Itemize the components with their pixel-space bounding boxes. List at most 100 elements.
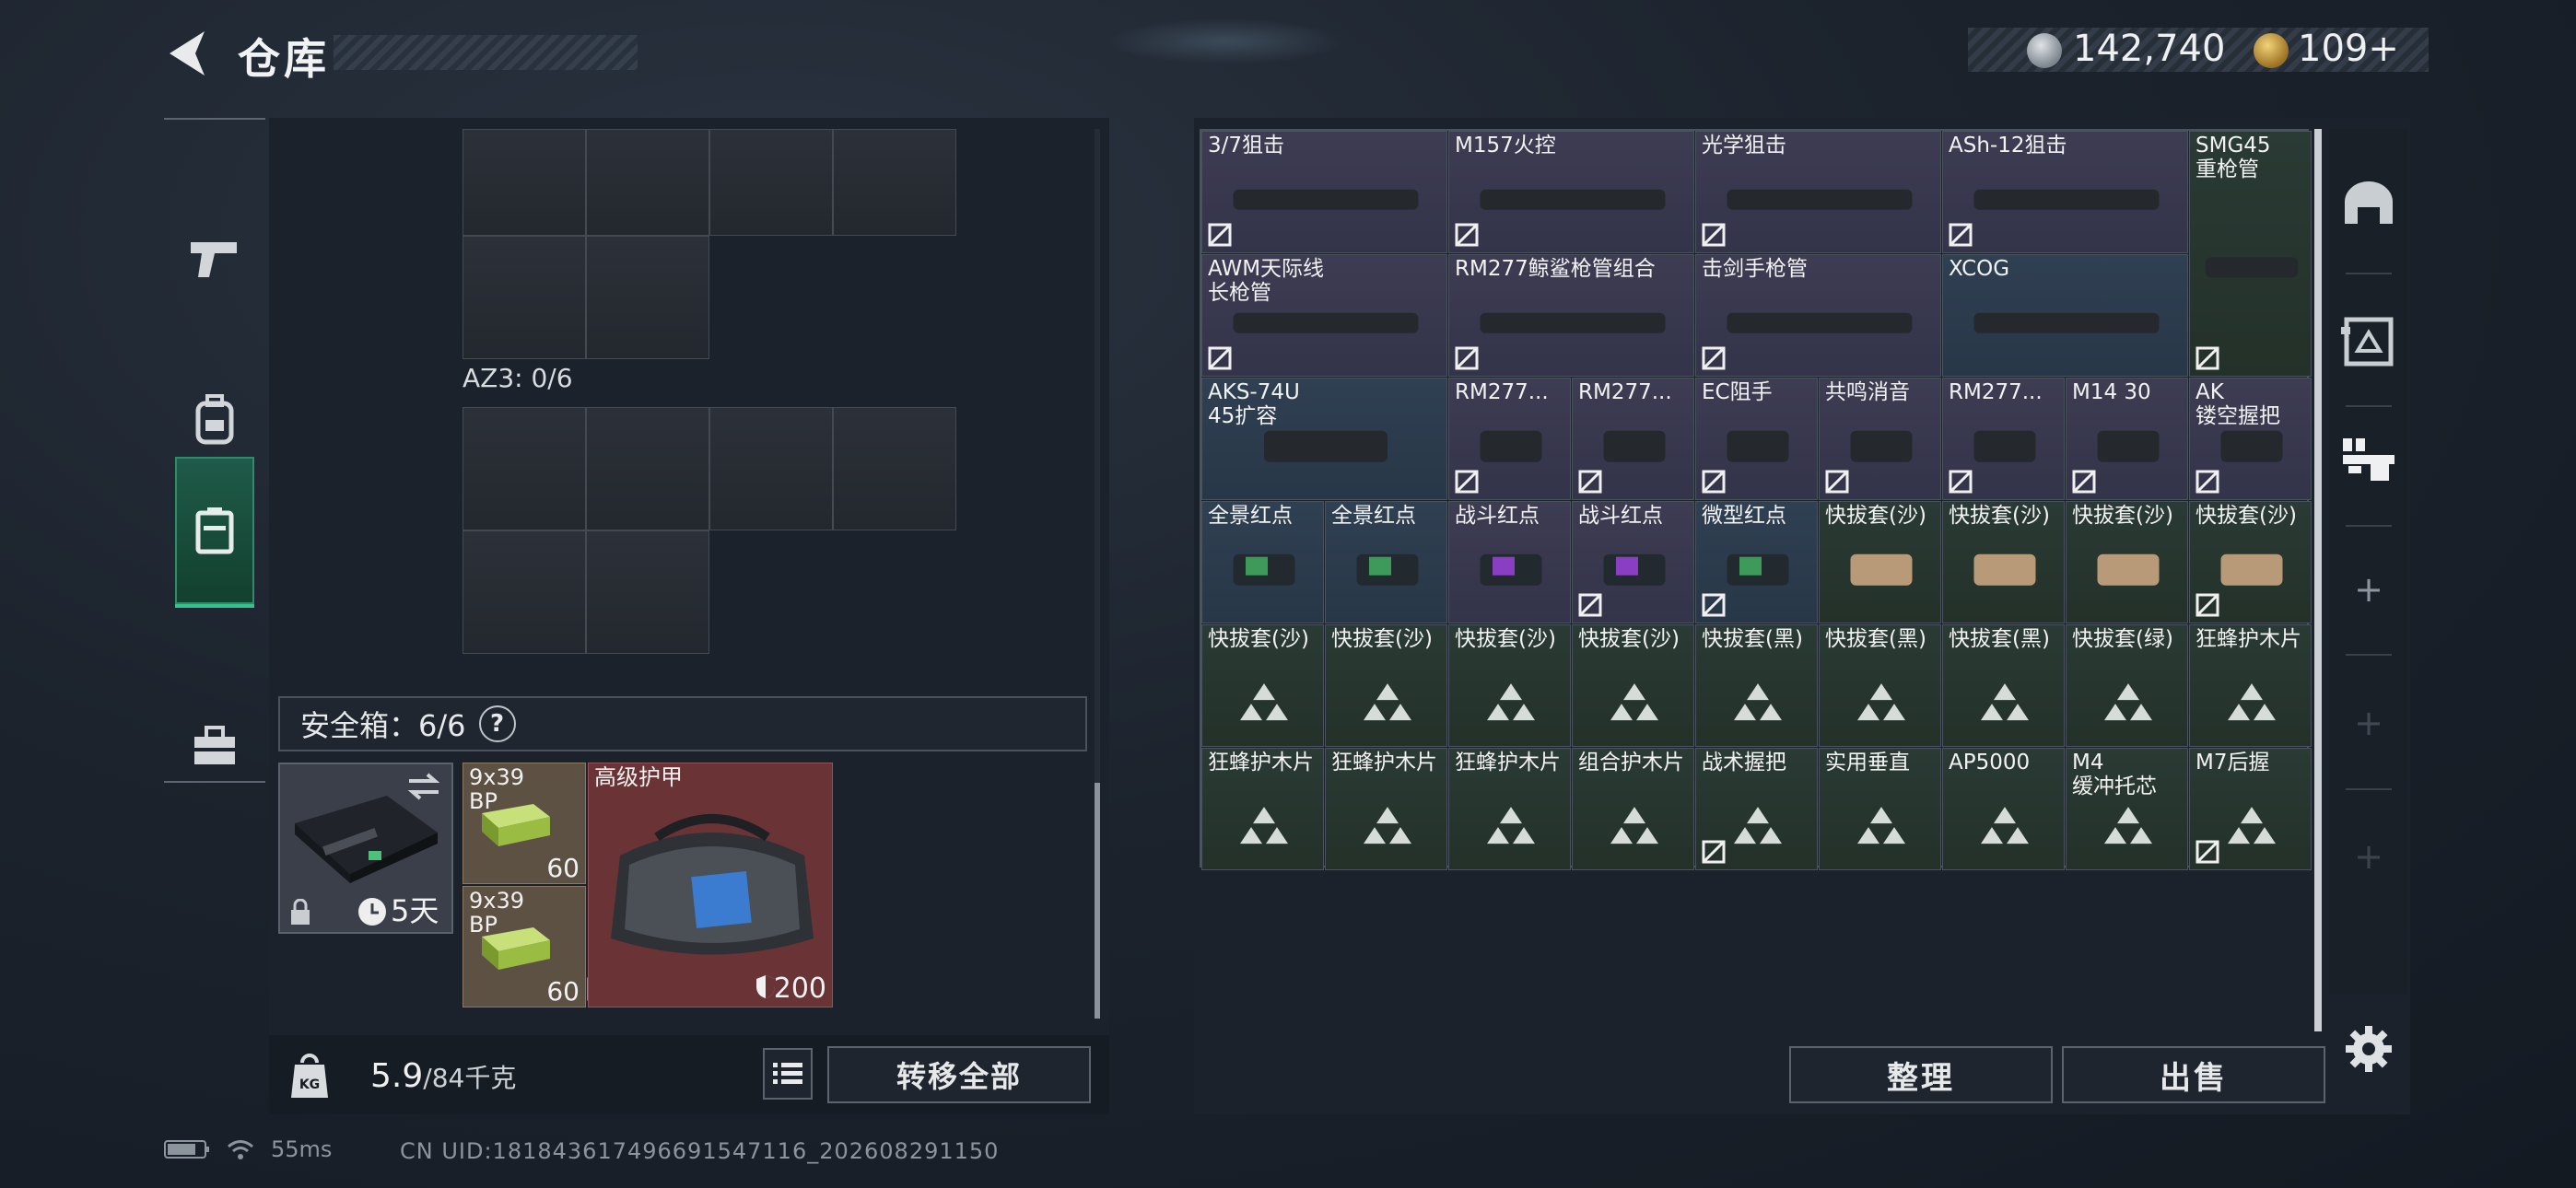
- grid-slot[interactable]: [586, 129, 709, 236]
- nav-attachments-icon[interactable]: [2329, 396, 2408, 525]
- toolbox-icon: [194, 726, 235, 764]
- warehouse-item[interactable]: 快拔套(沙): [1819, 501, 1941, 623]
- warehouse-item[interactable]: RM277...: [1448, 378, 1571, 500]
- warehouse-item[interactable]: 全景红点: [1201, 501, 1324, 623]
- ammo-item-9x39-bp[interactable]: 9x39 BP 60: [463, 763, 586, 884]
- warehouse-item[interactable]: 快拔套(沙): [1201, 624, 1324, 747]
- warehouse-item[interactable]: 光学狙击: [1695, 131, 1941, 253]
- item-label: 战斗红点: [1455, 504, 1540, 528]
- armor-item-advanced[interactable]: 高级护甲 200: [588, 763, 833, 1007]
- safebox-case-slot[interactable]: 5天: [278, 763, 453, 934]
- locked-item-icon: [1455, 346, 1479, 370]
- vest-icon: [2341, 317, 2394, 367]
- plus-icon: +: [2354, 569, 2383, 610]
- grid-slot[interactable]: [709, 129, 833, 236]
- helmet-icon: [2345, 181, 2393, 224]
- settings-gear-icon[interactable]: [2344, 1024, 2394, 1074]
- armor-bag-image: [611, 814, 814, 955]
- locked-item-icon: [2195, 593, 2219, 617]
- nav-pistol-icon[interactable]: [175, 186, 254, 333]
- locked-item-icon: [1455, 470, 1479, 494]
- wifi-icon: [228, 1140, 253, 1159]
- grid-slot[interactable]: [586, 530, 709, 654]
- warehouse-item[interactable]: 3/7狙击: [1201, 131, 1447, 253]
- grid-slot[interactable]: [463, 129, 586, 236]
- warehouse-item[interactable]: AWM天际线 长枪管: [1201, 254, 1447, 377]
- warehouse-item[interactable]: 共鸣消音: [1819, 378, 1941, 500]
- back-arrow-icon[interactable]: [164, 28, 210, 79]
- grid-slot[interactable]: [586, 407, 709, 530]
- grid-slot[interactable]: [463, 407, 586, 530]
- warehouse-item[interactable]: 快拔套(沙): [2066, 501, 2188, 623]
- nav-add-slot[interactable]: +: [2329, 792, 2408, 921]
- item-label: RM277...: [1949, 380, 2043, 404]
- nav-helmet-icon[interactable]: [2329, 138, 2408, 267]
- nav-toolbox-icon[interactable]: [175, 672, 254, 820]
- warehouse-item[interactable]: M157火控: [1448, 131, 1694, 253]
- warehouse-item[interactable]: M14 30: [2066, 378, 2188, 500]
- warehouse-item[interactable]: 狂蜂护木片: [1201, 748, 1324, 870]
- weight-readout: 5.9/84千克: [370, 1057, 517, 1095]
- item-label: 快拔套(沙): [1825, 504, 1926, 528]
- item-label: RM277...: [1455, 380, 1549, 404]
- warehouse-item[interactable]: AKS-74U 45扩容: [1201, 378, 1447, 500]
- grid-slot[interactable]: [709, 407, 833, 530]
- warehouse-item[interactable]: 快拔套(沙): [2189, 501, 2312, 623]
- warehouse-item[interactable]: 快拔套(绿): [2066, 624, 2188, 747]
- list-icon: [773, 1063, 802, 1084]
- warehouse-scrollbar[interactable]: [2314, 129, 2322, 1031]
- warehouse-item[interactable]: 狂蜂护木片: [2189, 624, 2312, 747]
- sell-button[interactable]: 出售: [2062, 1046, 2325, 1103]
- warehouse-item[interactable]: 快拔套(沙): [1448, 624, 1571, 747]
- grid-slot[interactable]: [833, 129, 956, 236]
- warehouse-item[interactable]: RM277...: [1572, 378, 1694, 500]
- warehouse-item[interactable]: 狂蜂护木片: [1325, 748, 1447, 870]
- swap-icon[interactable]: [405, 772, 442, 801]
- warehouse-item[interactable]: 实用垂直: [1819, 748, 1941, 870]
- warehouse-item[interactable]: 快拔套(黑): [1942, 624, 2065, 747]
- warehouse-item[interactable]: SMG45 重枪管: [2189, 131, 2312, 377]
- warehouse-item[interactable]: EC阻手: [1695, 378, 1818, 500]
- warehouse-item[interactable]: AK 镂空握把: [2189, 378, 2312, 500]
- warehouse-item[interactable]: 全景红点: [1325, 501, 1447, 623]
- warehouse-item[interactable]: 战术握把: [1695, 748, 1818, 870]
- warehouse-item[interactable]: 战斗红点: [1448, 501, 1571, 623]
- warehouse-item[interactable]: AP5000: [1942, 748, 2065, 870]
- warehouse-item[interactable]: 战斗红点: [1572, 501, 1694, 623]
- warehouse-item[interactable]: RM277鲸鲨枪管组合: [1448, 254, 1694, 377]
- nav-divider: [2346, 273, 2392, 274]
- grid-slot[interactable]: [586, 236, 709, 359]
- pistol-icon: [191, 242, 237, 277]
- warehouse-item[interactable]: 击剑手枪管: [1695, 254, 1941, 377]
- warehouse-item[interactable]: 快拔套(黑): [1819, 624, 1941, 747]
- inventory-scrollbar[interactable]: [1095, 783, 1100, 1019]
- warehouse-item[interactable]: M7后握: [2189, 748, 2312, 870]
- warehouse-item[interactable]: M4 缓冲托芯: [2066, 748, 2188, 870]
- grid-slot[interactable]: [463, 236, 586, 359]
- item-label: AK 镂空握把: [2195, 380, 2280, 428]
- warehouse-item[interactable]: 快拔套(黑): [1695, 624, 1818, 747]
- sort-button[interactable]: 整理: [1789, 1046, 2053, 1103]
- nav-add-slot[interactable]: +: [2329, 525, 2408, 654]
- nav-add-slot[interactable]: +: [2329, 658, 2408, 787]
- user-uid: CN UID:181843617496691547116_20260829115…: [400, 1138, 1000, 1164]
- grid-slot[interactable]: [833, 407, 956, 530]
- transfer-all-button[interactable]: 转移全部: [827, 1046, 1091, 1103]
- warehouse-item[interactable]: 快拔套(沙): [1572, 624, 1694, 747]
- list-view-button[interactable]: [763, 1048, 813, 1100]
- warehouse-item[interactable]: RM277...: [1942, 378, 2065, 500]
- nav-case-icon[interactable]: [175, 457, 254, 608]
- help-icon[interactable]: ?: [478, 705, 516, 742]
- item-label: 快拔套(黑): [1949, 627, 2050, 651]
- ammo-item-9x39-bp[interactable]: 9x39 BP 60: [463, 886, 611, 1007]
- nav-vest-icon[interactable]: [2329, 276, 2408, 405]
- grid-slot[interactable]: [463, 530, 586, 654]
- gold-amount[interactable]: 109+: [2298, 28, 2399, 70]
- warehouse-item[interactable]: XCOG: [1942, 254, 2188, 377]
- warehouse-item[interactable]: 微型红点: [1695, 501, 1818, 623]
- warehouse-item[interactable]: 快拔套(沙): [1942, 501, 2065, 623]
- warehouse-item[interactable]: 组合护木片: [1572, 748, 1694, 870]
- warehouse-item[interactable]: ASh-12狙击: [1942, 131, 2188, 253]
- warehouse-item[interactable]: 快拔套(沙): [1325, 624, 1447, 747]
- warehouse-item[interactable]: 狂蜂护木片: [1448, 748, 1571, 870]
